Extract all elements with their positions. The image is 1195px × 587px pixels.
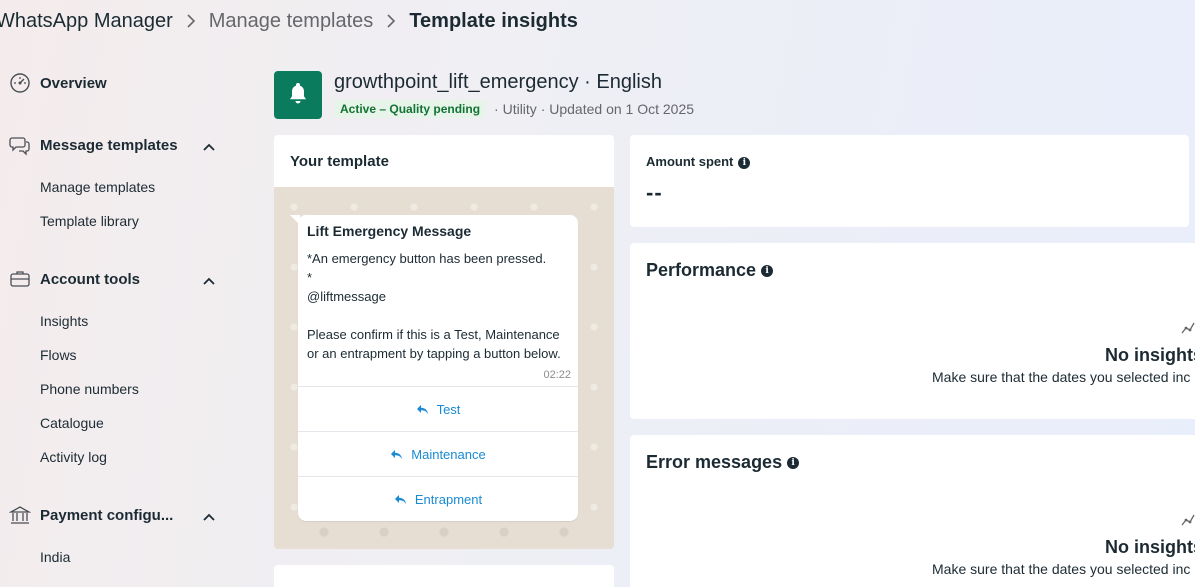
sidebar-item-template-library[interactable]: Template library [40,213,139,229]
sidebar-item-label: Overview [40,74,107,92]
template-badge [274,71,322,119]
sidebar-item-insights[interactable]: Insights [40,313,88,329]
chevron-up-icon[interactable] [203,138,215,156]
performance-title: Performance [646,260,757,280]
amount-spent-value: -- [646,180,663,205]
dashboard-icon [8,71,32,95]
bank-icon [8,503,32,527]
performance-card: Performance i No insights Make sure that … [630,243,1195,419]
chart-placeholder-icon [1181,321,1195,340]
sidebar-section-label: Payment configu... [40,506,174,524]
quick-reply-button-test[interactable]: Test [298,386,578,431]
breadcrumb-manage-templates[interactable]: Manage templates [209,10,374,33]
quick-reply-label: Maintenance [411,446,486,462]
chevron-up-icon[interactable] [203,508,215,526]
chevron-right-icon [186,14,196,28]
briefcase-icon [8,267,32,291]
info-icon[interactable]: i [761,265,774,278]
message-body: *An emergency button has been pressed. *… [307,251,561,361]
template-title: growthpoint_lift_emergency · English [334,71,662,93]
sidebar-item-phone-numbers[interactable]: Phone numbers [40,381,139,397]
template-header: growthpoint_lift_emergency · English Act… [274,71,694,119]
reply-icon [391,449,403,459]
quick-reply-label: Test [436,401,461,417]
next-card [274,565,614,587]
sidebar-item-activity-log[interactable]: Activity log [40,449,107,465]
chat-bubbles-icon [8,133,32,157]
breadcrumb-template-insights: Template insights [409,9,578,32]
sidebar-item-flows[interactable]: Flows [40,347,77,363]
message-time: 02:22 [543,369,571,381]
template-preview-card: Your template Lift Emergency Message *An… [274,135,614,549]
quick-reply-button-maintenance[interactable]: Maintenance [298,431,578,476]
breadcrumb: WhatsApp Manager Manage templates Templa… [0,8,578,34]
card-title: Error messages i [646,452,800,473]
amount-spent-label: Amount spent [646,154,734,169]
card-title: Performance i [646,260,774,281]
quick-reply-button-entrapment[interactable]: Entrapment [298,476,578,521]
reply-icon [394,494,406,504]
sidebar-item-catalogue[interactable]: Catalogue [40,415,104,431]
sidebar-item-manage-templates[interactable]: Manage templates [40,179,155,195]
card-title: Your template [290,153,389,170]
template-meta-text: · Utility · Updated on 1 Oct 2025 [494,101,695,117]
message-header: Lift Emergency Message [307,223,472,239]
quick-reply-label: Entrapment [414,491,483,507]
card-title: Amount spent i [646,154,751,169]
sidebar-section-message-templates[interactable]: Message templates [8,130,223,160]
chevron-up-icon[interactable] [203,272,215,290]
reply-icon [416,404,428,414]
chart-placeholder-icon [1181,513,1195,532]
sidebar-section-payment[interactable]: Payment configu... [8,500,223,530]
empty-subtitle: Make sure that the dates you selected in… [932,561,1191,577]
sidebar-section-label: Account tools [40,270,140,288]
empty-title: No insights [1105,345,1195,365]
status-badge: Active – Quality pending [334,100,487,118]
amount-spent-card: Amount spent i -- [630,135,1189,227]
info-icon[interactable]: i [738,156,751,169]
template-meta: Active – Quality pending · Utility · Upd… [334,100,694,118]
sidebar-section-label: Message templates [40,136,178,154]
chat-preview-background: Lift Emergency Message *An emergency but… [274,187,614,549]
bell-icon [287,81,309,110]
breadcrumb-whatsapp-manager[interactable]: WhatsApp Manager [0,10,173,33]
empty-title: No insights [1105,537,1195,557]
sidebar-section-account-tools[interactable]: Account tools [8,264,223,294]
empty-subtitle: Make sure that the dates you selected in… [932,369,1191,385]
info-icon[interactable]: i [787,457,800,470]
message-bubble: Lift Emergency Message *An emergency but… [290,215,578,521]
sidebar-item-india[interactable]: India [40,549,70,565]
sidebar-item-overview[interactable]: Overview [8,68,223,98]
error-messages-title: Error messages [646,452,783,472]
chevron-right-icon [386,14,396,28]
error-messages-card: Error messages i No insights Make sure th… [630,435,1195,587]
